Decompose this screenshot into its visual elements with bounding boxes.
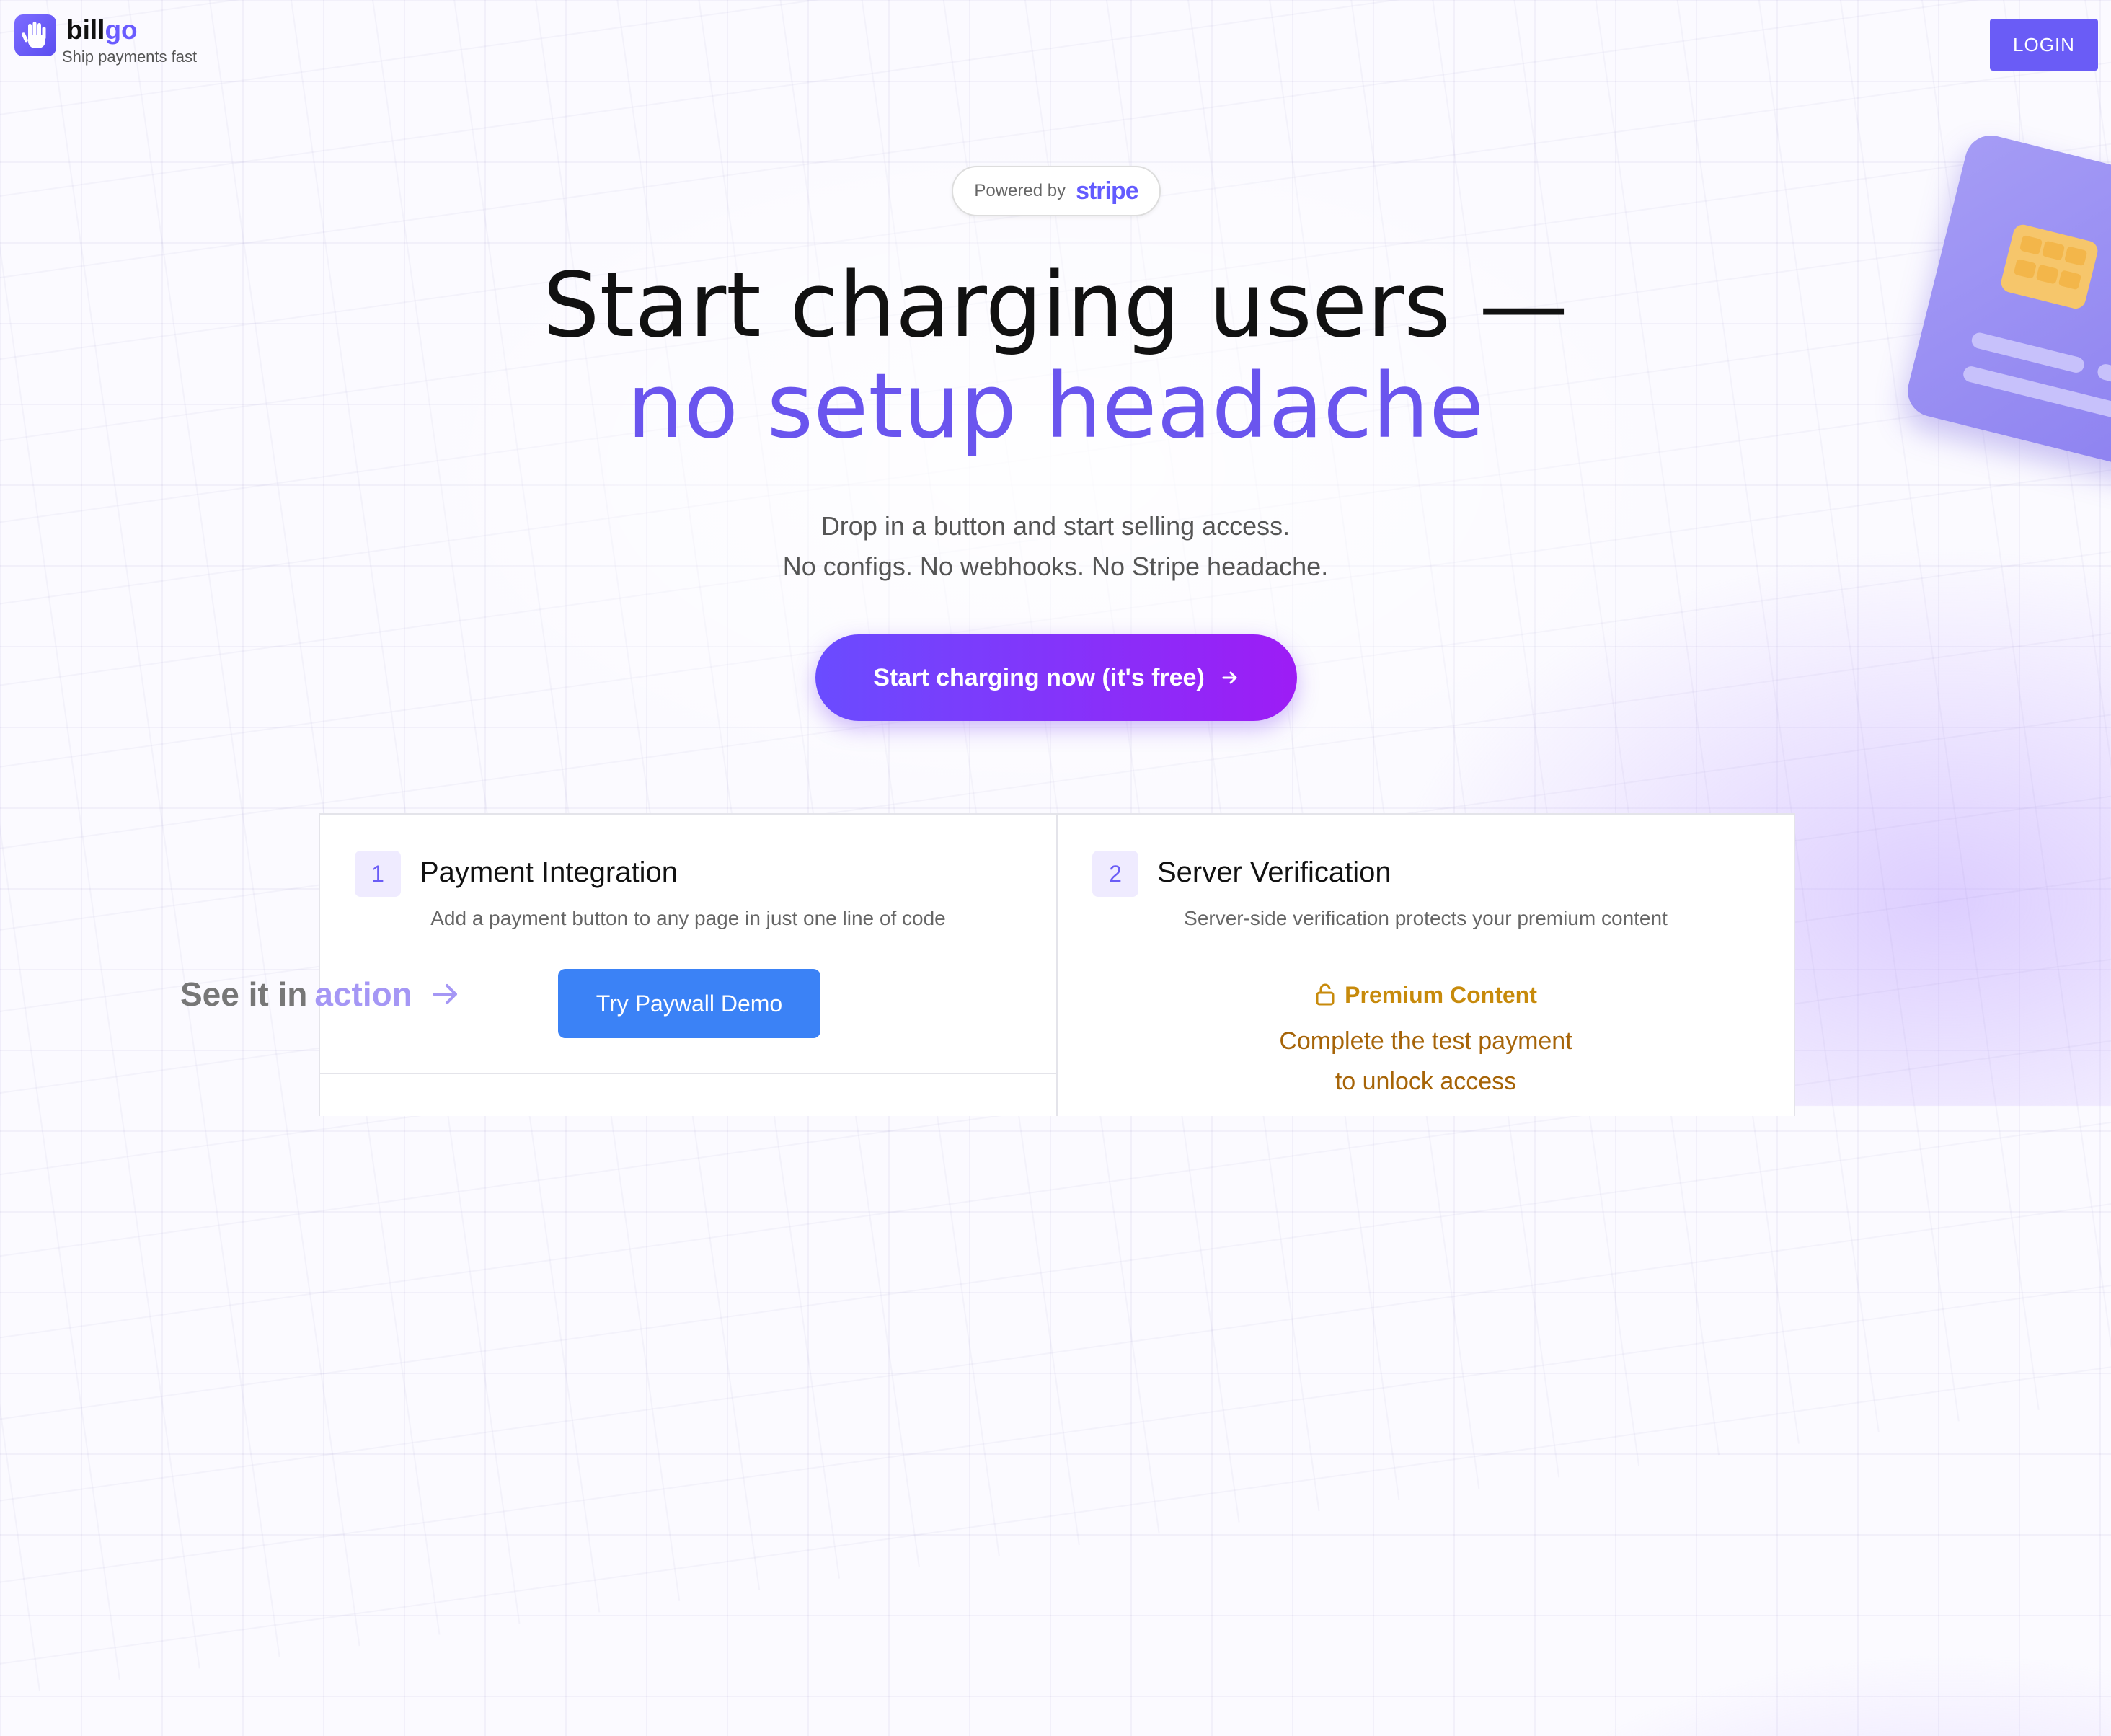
start-charging-button[interactable]: Start charging now (it's free): [815, 634, 1297, 721]
hand-icon: [14, 14, 56, 56]
step-title: Server Verification: [1157, 856, 1391, 888]
step-number: 1: [355, 851, 401, 897]
stripe-logo: stripe: [1076, 177, 1139, 205]
powered-by-badge: Powered by stripe: [952, 166, 1161, 216]
arrow-right-icon: [432, 984, 457, 1004]
hero-title-line2: no setup headache: [627, 355, 1484, 459]
step-description: Server-side verification protects your p…: [1184, 907, 1668, 929]
hero-title-line1: Start charging users —: [542, 254, 1569, 358]
step-description: Add a payment button to any page in just…: [430, 907, 946, 929]
divider: [320, 1073, 1056, 1074]
step-payment-integration: 1 Payment Integration Add a payment butt…: [320, 815, 1056, 1116]
premium-message-line2: to unlock access: [1335, 1068, 1517, 1095]
brand-tagline: Ship payments fast: [62, 48, 198, 66]
see-it-in-action[interactable]: See it in action: [180, 975, 461, 1014]
try-paywall-demo-button[interactable]: Try Paywall Demo: [558, 969, 820, 1038]
login-button[interactable]: LOGIN: [1990, 19, 2098, 71]
hero-subtitle-line1: Drop in a button and start selling acces…: [820, 511, 1291, 541]
step-number: 2: [1092, 851, 1138, 897]
brand[interactable]: billgo Ship payments fast: [14, 14, 197, 66]
premium-message-line1: Complete the test payment: [1279, 1027, 1572, 1055]
hero-subtitle-line2: No configs. No webhooks. No Stripe heada…: [782, 552, 1329, 581]
arrow-right-icon: [1222, 671, 1237, 684]
step-title: Payment Integration: [420, 856, 678, 888]
brand-name: billgo: [66, 15, 138, 45]
lock-icon: [1316, 983, 1335, 1006]
premium-content-label: Premium Content: [1058, 982, 1794, 1009]
steps-panel: 1 Payment Integration Add a payment butt…: [319, 813, 1795, 1116]
step-server-verification: 2 Server Verification Server-side verifi…: [1056, 815, 1794, 1116]
